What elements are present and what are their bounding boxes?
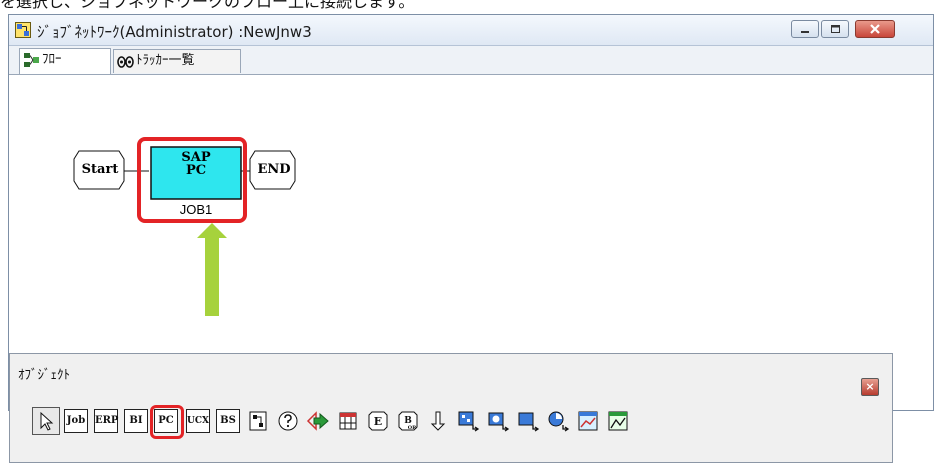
ucx-tool[interactable]: UCX [186,409,210,433]
svg-text:OR: OR [408,425,417,431]
down-arrow-icon [430,411,446,431]
clock-icon [548,411,570,432]
jobnetwork-app-icon [15,22,31,38]
flow-canvas[interactable]: Start END SAP PC JOB1 ｵﾌﾞｼﾞｪｸﾄ × Job ERP… [9,75,933,463]
window-title: ｼﾞｮﾌﾞﾈｯﾄﾜｰｸ(Administrator) :NewJnw3 [37,23,312,41]
maximize-button[interactable] [821,20,849,38]
graph-tool[interactable] [606,409,630,433]
subjob-icon [458,411,480,432]
parallel-icon [249,411,267,431]
question-icon [278,411,298,431]
tab-flow[interactable]: ﾌﾛｰ [19,48,111,74]
pc-tool-highlight-frame [150,405,184,439]
parallel-tool[interactable] [246,409,270,433]
chart-tool[interactable] [576,409,600,433]
tab-tracker-list-label: ﾄﾗｯｶｰ一覧 [136,53,195,68]
wait-tool[interactable] [426,409,450,433]
event-send-tool[interactable] [306,409,330,433]
erp-tool[interactable]: ERP [94,409,118,433]
grid-icon [339,412,357,430]
tab-tracker-list[interactable]: ﾄﾗｯｶｰ一覧 [113,49,241,73]
text-frame-icon: E [368,411,388,431]
object-palette-title: ｵﾌﾞｼﾞｪｸﾄ [18,368,70,383]
or-block-tool[interactable]: B OR [396,409,420,433]
file-wait-icon [518,412,540,432]
object-palette: ｵﾌﾞｼﾞｪｸﾄ × Job ERP BI PC UCX BS E B OR [9,353,893,463]
instruction-caption: を選択し、ジョブネットワークのフロー上に接続します。 [0,0,415,11]
flow-icon [24,53,39,67]
restore-icon [831,25,840,33]
minimize-button[interactable] [791,20,819,38]
time-wait-tool[interactable] [546,409,570,433]
view-tabs: ﾌﾛｰ ﾄﾗｯｶｰ一覧 [9,46,933,75]
chart-window-icon [578,411,598,431]
close-icon [870,24,880,34]
tab-flow-label: ﾌﾛｰ [42,52,62,67]
diamond-arrow-icon [306,411,329,431]
text-block-tool[interactable]: E [366,409,390,433]
event-wait-tool[interactable] [486,409,510,433]
calendar-tool[interactable] [336,409,360,433]
start-node-label[interactable]: Start [77,162,123,177]
bs-tool[interactable]: BS [216,409,240,433]
jobnetwork-window: ｼﾞｮﾌﾞﾈｯﾄﾜｰｸ(Administrator) :NewJnw3 ﾌﾛｰ [8,14,934,463]
branch-tool[interactable] [276,409,300,433]
end-node-label[interactable]: END [253,162,295,177]
pointer-tool[interactable] [32,407,60,435]
close-button[interactable] [855,20,895,38]
object-palette-close-button[interactable]: × [861,378,879,396]
event-wait-icon [488,412,510,432]
title-bar: ｼﾞｮﾌﾞﾈｯﾄﾜｰｸ(Administrator) :NewJnw3 [9,15,933,46]
drag-arrow [197,223,227,316]
file-wait-tool[interactable] [516,409,540,433]
pointer-arrow-icon [40,411,54,431]
svg-text:E: E [374,415,382,428]
binoculars-icon [117,56,134,68]
job-highlight-frame [137,137,247,223]
sub-jobnet-tool[interactable] [456,409,480,433]
graph-window-icon [608,411,628,431]
minimize-icon [801,31,809,33]
or-frame-icon: BOR [398,411,418,431]
job-tool[interactable]: Job [64,409,88,433]
bi-tool[interactable]: BI [124,409,148,433]
